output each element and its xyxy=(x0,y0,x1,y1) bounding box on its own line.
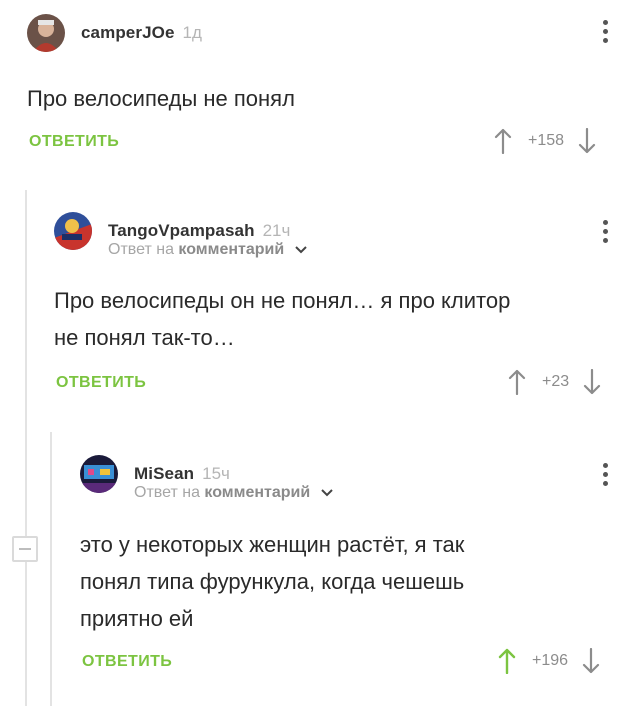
vote-score: +158 xyxy=(528,132,565,149)
reply-prefix: Ответ на xyxy=(134,484,200,501)
chevron-down-icon[interactable] xyxy=(294,246,307,254)
thread-line-level-2 xyxy=(50,432,52,706)
comment-time: 15ч xyxy=(202,464,230,483)
vote-score: +23 xyxy=(542,373,570,390)
upvote-arrow-icon[interactable] xyxy=(498,648,516,674)
avatar[interactable] xyxy=(27,14,65,52)
thread-line-level-1 xyxy=(25,190,27,706)
reply-button[interactable]: ОТВЕТИТЬ xyxy=(82,653,172,671)
downvote-arrow-icon[interactable] xyxy=(583,369,601,395)
comment-text: Про велосипеды не понял xyxy=(27,86,295,111)
comment-time: 1д xyxy=(182,23,202,42)
chevron-down-icon[interactable] xyxy=(320,489,333,497)
collapse-thread-icon[interactable] xyxy=(12,536,38,562)
reply-button[interactable]: ОТВЕТИТЬ xyxy=(56,374,146,392)
username[interactable]: TangoVpampasah xyxy=(108,221,255,241)
upvote-arrow-icon[interactable] xyxy=(494,128,512,154)
comment-text-line: понял типа фурункула, когда чешешь xyxy=(80,569,465,594)
avatar[interactable] xyxy=(54,212,92,250)
username[interactable]: MiSean xyxy=(134,464,194,484)
kebab-menu-icon[interactable] xyxy=(601,220,609,243)
reply-to-link[interactable]: Ответ на комментарий xyxy=(134,484,333,502)
downvote-arrow-icon[interactable] xyxy=(582,648,600,674)
comment-time: 21ч xyxy=(262,221,291,240)
vote-score: +196 xyxy=(532,652,569,669)
comment-text-line: не понял так-то… xyxy=(54,325,235,350)
comment-text: Про велосипеды он не понял… я про клитор… xyxy=(54,282,510,356)
reply-prefix: Ответ на xyxy=(108,241,174,258)
kebab-menu-icon[interactable] xyxy=(601,20,609,43)
comment-text: это у некоторых женщин растёт, я так пон… xyxy=(80,526,464,637)
reply-button[interactable]: ОТВЕТИТЬ xyxy=(29,133,119,151)
downvote-arrow-icon[interactable] xyxy=(578,128,596,154)
username[interactable]: camperJOe xyxy=(81,23,175,43)
comment-text-line: Про велосипеды он не понял… я про клитор xyxy=(54,288,511,313)
upvote-arrow-icon[interactable] xyxy=(508,369,526,395)
reply-target[interactable]: комментарий xyxy=(204,484,310,501)
comment-text-line: это у некоторых женщин растёт, я так xyxy=(80,532,465,557)
comment-text-line: приятно ей xyxy=(80,606,194,631)
reply-target[interactable]: комментарий xyxy=(178,241,284,258)
kebab-menu-icon[interactable] xyxy=(601,463,609,486)
reply-to-link[interactable]: Ответ на комментарий xyxy=(108,241,307,259)
avatar[interactable] xyxy=(80,455,118,493)
